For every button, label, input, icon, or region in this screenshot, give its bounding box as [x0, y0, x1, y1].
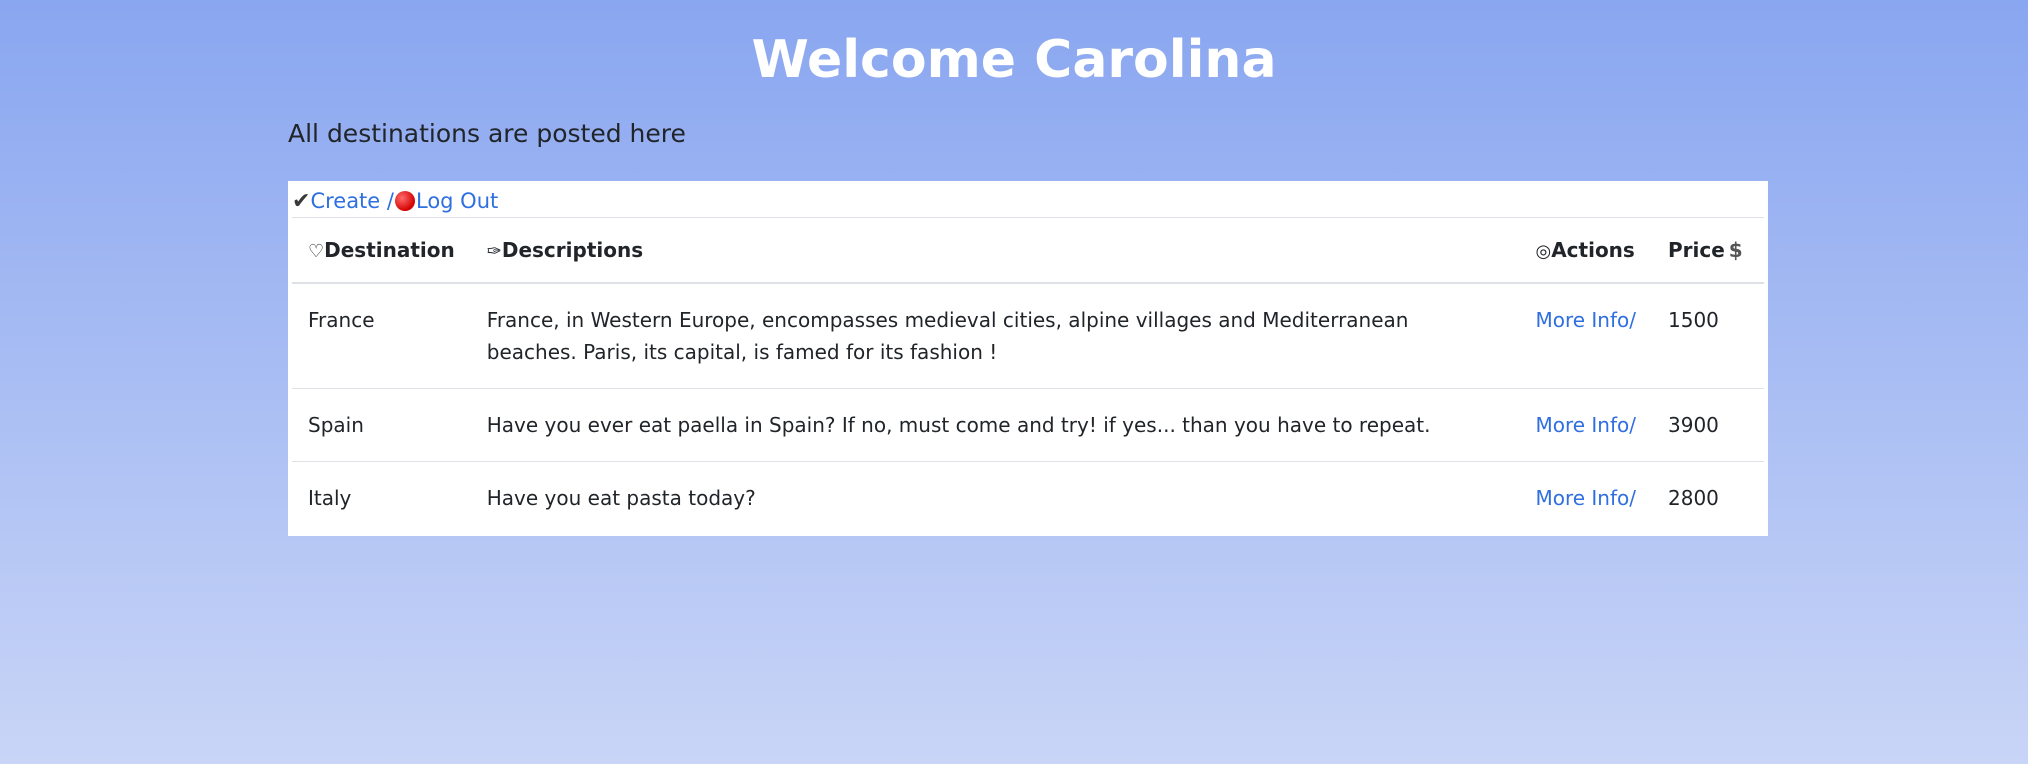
red-circle-icon	[394, 191, 415, 211]
toolbar-separator: /	[386, 189, 394, 213]
table-row: France France, in Western Europe, encomp…	[292, 283, 1764, 389]
price-cell: 3900	[1652, 388, 1764, 462]
heart-icon: ♡	[308, 241, 325, 262]
price-cell: 2800	[1668, 486, 1719, 510]
header-price: Price $	[1652, 218, 1764, 284]
actions-cell: More Info/	[1519, 462, 1652, 535]
header-actions: ◎Actions	[1519, 218, 1652, 284]
more-info-link[interactable]: More Info/	[1535, 486, 1636, 510]
check-icon: ✔	[292, 189, 311, 214]
logout-link[interactable]: Log Out	[416, 189, 498, 213]
description-cell: Have you ever eat paella in Spain? If no…	[470, 388, 1520, 462]
pen-icon: ✑	[486, 241, 502, 262]
destination-cell: Spain	[292, 388, 471, 462]
description-cell: Have you eat pasta today?	[486, 486, 756, 510]
price-cell: 1500	[1652, 283, 1764, 389]
bullseye-icon: ◎	[1535, 241, 1552, 262]
more-info-link[interactable]: More Info/	[1535, 308, 1636, 332]
header-actions-label: Actions	[1551, 238, 1635, 262]
header-destination: ♡Destination	[292, 218, 471, 284]
actions-cell: More Info/	[1519, 283, 1652, 389]
header-descriptions-label: Descriptions	[501, 238, 644, 262]
toolbar: ✔Create / Log Out	[292, 181, 1764, 218]
destinations-panel: ✔Create / Log Out ♡Destination ✑Descripti…	[288, 181, 1768, 536]
destination-cell: Italy	[308, 486, 352, 510]
actions-cell: More Info/	[1519, 388, 1652, 462]
header-destination-label: Destination	[324, 238, 455, 262]
dollar-icon: $	[1728, 238, 1743, 262]
create-link[interactable]: Create	[310, 189, 380, 213]
header-descriptions: ✑Descriptions	[470, 218, 1520, 284]
more-info-link[interactable]: More Info/	[1535, 413, 1636, 437]
table-row: Spain Have you ever eat paella in Spain?…	[292, 388, 1764, 462]
table-header-row: ♡Destination ✑Descriptions ◎Actions Pric…	[292, 218, 1764, 284]
destinations-table: ♡Destination ✑Descriptions ◎Actions Pric…	[292, 218, 1764, 534]
header-price-label: Price	[1668, 238, 1725, 262]
destination-cell: France	[292, 283, 471, 389]
description-cell: France, in Western Europe, encompasses m…	[470, 283, 1520, 389]
table-row: Italy Have you eat pasta today? More Inf…	[292, 462, 1764, 535]
page-subtitle: All destinations are posted here	[288, 119, 686, 148]
page-title: Welcome Carolina	[751, 30, 1277, 90]
